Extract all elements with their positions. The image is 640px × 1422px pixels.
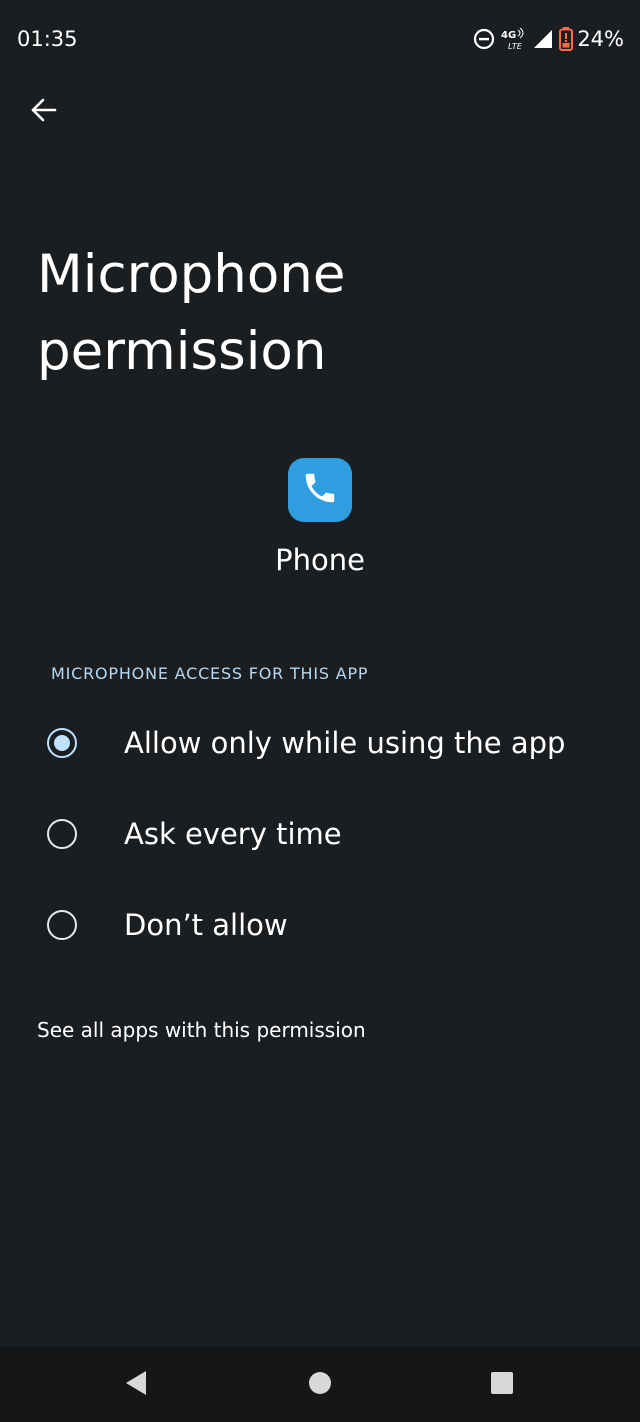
radio-option-allow-while-using[interactable]: Allow only while using the app: [0, 698, 640, 788]
back-button[interactable]: [20, 88, 68, 136]
radio-option-ask-every-time[interactable]: Ask every time: [0, 789, 640, 879]
do-not-disturb-icon: [473, 28, 495, 50]
nav-back-button[interactable]: [96, 1347, 176, 1422]
nav-home-button[interactable]: [280, 1347, 360, 1422]
radio-label: Allow only while using the app: [124, 726, 566, 760]
phone-icon: [301, 469, 339, 511]
4g-lte-icon: 4G LTE: [501, 27, 527, 51]
navigation-bar: [0, 1347, 640, 1422]
svg-text:LTE: LTE: [508, 42, 523, 51]
app-icon: [288, 458, 352, 522]
radio-option-dont-allow[interactable]: Don’t allow: [0, 880, 640, 970]
radio-button[interactable]: [47, 910, 77, 940]
page-title: Microphone permission: [37, 244, 346, 382]
nav-home-icon: [308, 1371, 332, 1399]
signal-icon: [533, 29, 553, 49]
section-header: MICROPHONE ACCESS FOR THIS APP: [51, 664, 369, 683]
svg-text:4G: 4G: [501, 30, 516, 41]
battery-icon: [559, 27, 574, 51]
arrow-back-icon: [30, 96, 58, 128]
status-bar: 01:35 4G LTE 24%: [0, 0, 640, 80]
status-icons: 4G LTE 24%: [473, 26, 624, 52]
app-name: Phone: [275, 543, 365, 577]
radio-button-selected[interactable]: [47, 728, 77, 758]
battery-percent: 24%: [577, 27, 624, 51]
nav-back-icon: [124, 1370, 148, 1400]
status-time: 01:35: [17, 27, 78, 51]
radio-button[interactable]: [47, 819, 77, 849]
nav-recents-button[interactable]: [462, 1347, 542, 1422]
radio-label: Ask every time: [124, 817, 342, 851]
see-all-apps-link[interactable]: See all apps with this permission: [37, 1014, 366, 1046]
radio-label: Don’t allow: [124, 908, 288, 942]
nav-recents-icon: [490, 1371, 514, 1399]
